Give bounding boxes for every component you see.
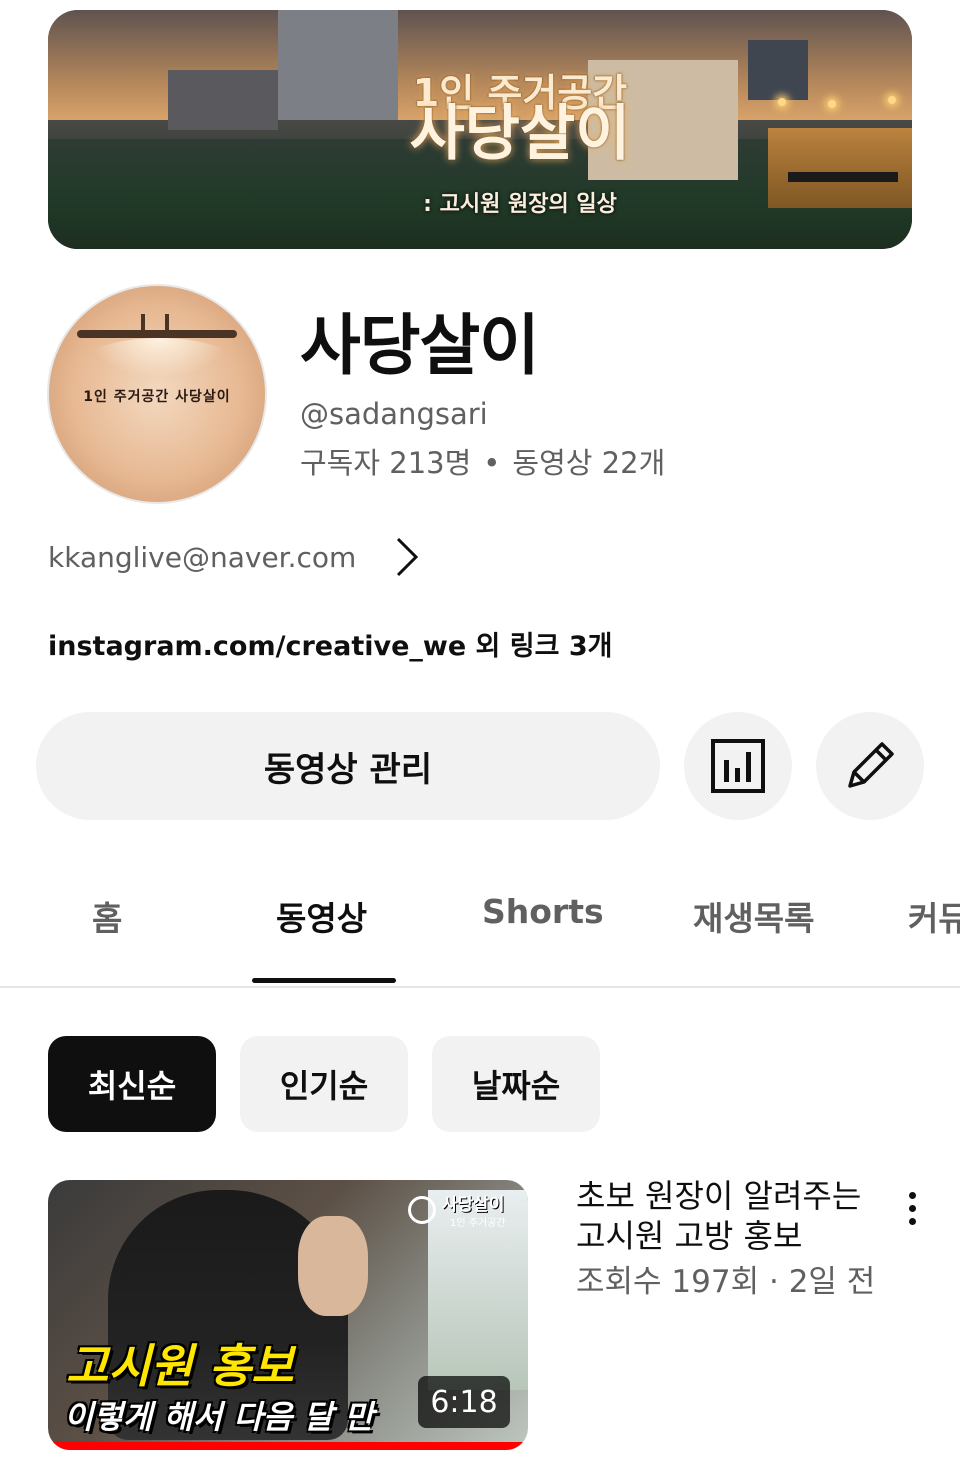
analytics-button[interactable]: [684, 712, 792, 820]
video-age: 2일 전: [788, 1264, 876, 1300]
active-tab-indicator: [252, 978, 396, 983]
banner-building: [748, 40, 808, 100]
more-vert-icon: [908, 1204, 916, 1212]
tab-community[interactable]: 커뮤: [908, 892, 960, 940]
channel-avatar[interactable]: 1인 주거공간 사당살이: [47, 284, 267, 504]
channel-handle: @sadangsari: [300, 397, 488, 431]
channel-links[interactable]: instagram.com/creative_we 외 링크 3개: [48, 624, 613, 663]
banner-lit-wall: [768, 128, 912, 208]
bar-chart-icon: [711, 739, 765, 793]
thumb-logo-icon: [408, 1196, 436, 1224]
thumb-logo-text: 사당살이: [442, 1195, 505, 1215]
channel-tabs: 홈 동영상 Shorts 재생목록 커뮤: [0, 862, 960, 988]
channel-banner: 1인 주거공간 사당살이 : 고시원 원장의 일상: [48, 10, 912, 249]
video-meta-separator: ·: [768, 1264, 779, 1300]
tab-playlists[interactable]: 재생목록: [693, 892, 814, 940]
edit-channel-button[interactable]: [816, 712, 924, 820]
banner-title-line3: : 고시원 원장의 일상: [423, 192, 617, 217]
sort-chip-latest[interactable]: 최신순: [48, 1036, 216, 1132]
sort-chip-oldest[interactable]: 날짜순: [432, 1036, 600, 1132]
channel-about-row[interactable]: kkanglive@naver.com: [48, 532, 420, 582]
stats-separator: •: [483, 446, 501, 480]
channel-name: 사당살이: [300, 307, 540, 384]
banner-light: [828, 100, 836, 108]
avatar-lamp-glow: [89, 338, 229, 378]
thumb-logo-subtext: 1인 주거공간: [450, 1218, 506, 1229]
thumb-channel-logo: 사당살이 1인 주거공간: [404, 1188, 522, 1236]
video-duration-badge: 6:18: [418, 1376, 510, 1428]
banner-table: [788, 172, 898, 182]
banner-light: [778, 98, 786, 106]
video-views: 조회수 197회: [576, 1264, 760, 1300]
channel-email: kkanglive@naver.com: [48, 540, 357, 574]
pencil-icon: [848, 742, 894, 788]
banner-light: [888, 96, 896, 104]
banner-building: [168, 70, 278, 130]
video-meta: 조회수 197회 · 2일 전: [576, 1256, 875, 1301]
manage-videos-button[interactable]: 동영상 관리: [36, 712, 660, 820]
video-count: 동영상 22개: [512, 446, 666, 480]
thumb-face: [298, 1216, 368, 1316]
tab-shorts[interactable]: Shorts: [482, 892, 604, 931]
video-title[interactable]: 초보 원장이 알려주는 고시원 고방 홍보: [576, 1176, 866, 1256]
more-vert-icon: [908, 1191, 916, 1199]
avatar-lamp: [77, 330, 237, 338]
avatar-sign-text: 1인 주거공간 사당살이: [83, 389, 231, 405]
thumb-title-main: 고시원 홍보: [66, 1339, 294, 1393]
sort-chip-popular[interactable]: 인기순: [240, 1036, 408, 1132]
subscriber-count: 구독자 213명: [300, 446, 472, 480]
tab-home[interactable]: 홈: [92, 892, 122, 940]
banner-title-line2: 사당살이: [409, 99, 631, 169]
more-vert-icon: [908, 1217, 916, 1225]
chevron-right-icon: [397, 537, 419, 577]
video-more-options-button[interactable]: [892, 1184, 932, 1232]
channel-stats: 구독자 213명 • 동영상 22개: [300, 440, 665, 482]
thumb-title-sub: 이렇게 해서 다음 달 만: [64, 1398, 374, 1436]
tab-videos[interactable]: 동영상: [276, 892, 367, 940]
watch-progress-bar: [48, 1442, 528, 1450]
